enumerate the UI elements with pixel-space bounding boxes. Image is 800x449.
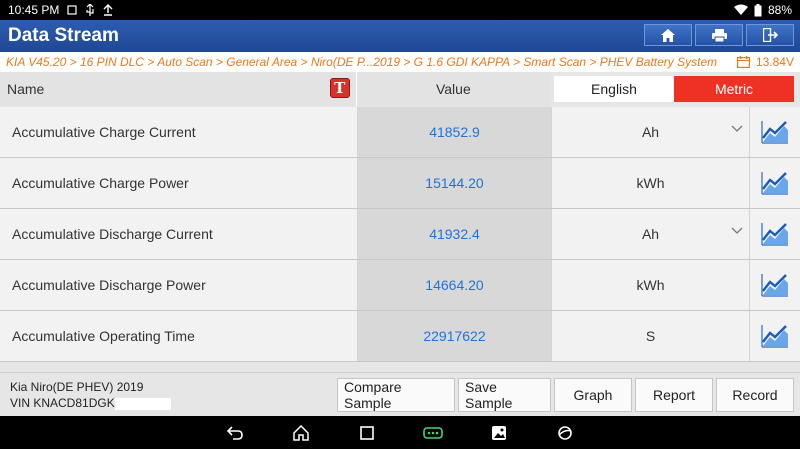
nav-screenshot-button[interactable]: [486, 420, 512, 446]
row-name: Accumulative Charge Current: [0, 107, 358, 157]
table-header: Name T Value English Metric: [0, 72, 800, 106]
graph-trend-icon: [761, 274, 788, 297]
graph-button[interactable]: [749, 209, 800, 259]
data-stream-table: Name T Value English Metric Accumulative…: [0, 72, 800, 372]
unit-cell: kWh: [551, 158, 749, 208]
battery-level: 88%: [767, 3, 792, 17]
page-title: Data Stream: [8, 25, 119, 46]
home-button[interactable]: [644, 24, 692, 46]
breadcrumb-path: KIA V45.20 > 16 PIN DLC > Auto Scan > Ge…: [6, 55, 718, 69]
vehicle-model: Kia Niro(DE PHEV) 2019: [10, 380, 144, 394]
unit-selector[interactable]: Ah: [551, 209, 749, 259]
table-row[interactable]: Accumulative Charge Current 41852.9 Ah: [0, 107, 800, 158]
chevron-down-icon: [731, 227, 743, 234]
unit-cell: kWh: [551, 260, 749, 310]
graph-trend-icon: [761, 223, 788, 246]
battery-icon: [754, 3, 762, 16]
graph-view-button[interactable]: Graph: [554, 378, 632, 412]
exit-button[interactable]: [746, 24, 794, 46]
exit-icon: [762, 28, 778, 42]
table-rows: Accumulative Charge Current 41852.9 Ah A…: [0, 107, 800, 362]
row-unit: S: [645, 328, 656, 344]
nav-recents-button[interactable]: [354, 420, 380, 446]
row-name: Accumulative Operating Time: [0, 311, 358, 361]
row-name: Accumulative Discharge Current: [0, 209, 358, 259]
nav-browser-button[interactable]: [552, 420, 578, 446]
metric-units-button[interactable]: Metric: [674, 76, 794, 102]
usb-icon: [86, 4, 94, 16]
graph-button[interactable]: [749, 158, 800, 208]
nav-vci-button[interactable]: [420, 420, 446, 446]
row-unit: kWh: [636, 277, 665, 293]
status-time: 10:45 PM: [8, 3, 60, 17]
status-bar: 10:45 PM 88%: [0, 0, 800, 20]
print-button[interactable]: [695, 24, 743, 46]
action-buttons: Compare Sample Save Sample Graph Report …: [337, 378, 794, 412]
graph-trend-icon: [761, 172, 788, 195]
graph-button[interactable]: [749, 311, 800, 361]
graph-trend-icon: [761, 325, 788, 348]
graph-trend-icon: [761, 121, 788, 144]
battery-voltage: 13.84V: [755, 55, 794, 69]
unit-toggle-area: English Metric: [550, 72, 800, 106]
graph-button[interactable]: [749, 260, 800, 310]
vci-icon: [423, 426, 443, 439]
vehicle-info: Kia Niro(DE PHEV) 2019 VIN KNACD81DGK: [10, 379, 171, 411]
calendar-icon: [736, 56, 750, 68]
table-row[interactable]: Accumulative Charge Power 15144.20 kWh: [0, 158, 800, 209]
home-nav-icon: [293, 424, 309, 441]
nav-home-button[interactable]: [288, 420, 314, 446]
bottom-action-bar: Kia Niro(DE PHEV) 2019 VIN KNACD81DGK Co…: [0, 372, 800, 416]
vin-redaction: [114, 397, 171, 410]
recents-icon: [360, 425, 374, 440]
header-name-label: Name: [7, 81, 45, 97]
row-name: Accumulative Charge Power: [0, 158, 358, 208]
unit-toggle: English Metric: [554, 76, 794, 102]
chevron-down-icon: [731, 125, 743, 132]
notification-icon: [67, 5, 77, 15]
header-value: Value: [356, 72, 550, 106]
row-value: 22917622: [358, 311, 551, 361]
report-button[interactable]: Report: [635, 378, 713, 412]
unit-selector[interactable]: Ah: [551, 107, 749, 157]
vehicle-vin: VIN KNACD81DGK: [10, 396, 115, 410]
save-sample-button[interactable]: Save Sample: [458, 378, 551, 412]
browser-icon: [558, 425, 572, 440]
english-units-button[interactable]: English: [554, 76, 674, 102]
wifi-icon: [733, 4, 748, 15]
row-unit: kWh: [636, 175, 665, 191]
graph-button[interactable]: [749, 107, 800, 157]
row-unit: Ah: [641, 124, 660, 140]
back-icon: [226, 425, 243, 440]
upload-icon: [103, 4, 113, 16]
screenshot-icon: [492, 425, 506, 440]
row-name: Accumulative Discharge Power: [0, 260, 358, 310]
system-nav-bar: [0, 416, 800, 449]
row-unit: Ah: [641, 226, 660, 242]
home-icon: [661, 28, 675, 42]
row-value: 41852.9: [358, 107, 551, 157]
table-row[interactable]: Accumulative Operating Time 22917622 S: [0, 311, 800, 362]
breadcrumb: KIA V45.20 > 16 PIN DLC > Auto Scan > Ge…: [0, 52, 800, 72]
row-value: 41932.4: [358, 209, 551, 259]
compare-sample-button[interactable]: Compare Sample: [337, 378, 455, 412]
print-icon: [711, 28, 727, 42]
row-value: 15144.20: [358, 158, 551, 208]
table-row[interactable]: Accumulative Discharge Power 14664.20 kW…: [0, 260, 800, 311]
table-row[interactable]: Accumulative Discharge Current 41932.4 A…: [0, 209, 800, 260]
title-bar: Data Stream: [0, 20, 800, 52]
nav-back-button[interactable]: [222, 420, 248, 446]
unit-cell: S: [551, 311, 749, 361]
text-toggle-icon[interactable]: T: [329, 78, 350, 98]
record-button[interactable]: Record: [716, 378, 794, 412]
header-name: Name T: [0, 72, 357, 106]
row-value: 14664.20: [358, 260, 551, 310]
